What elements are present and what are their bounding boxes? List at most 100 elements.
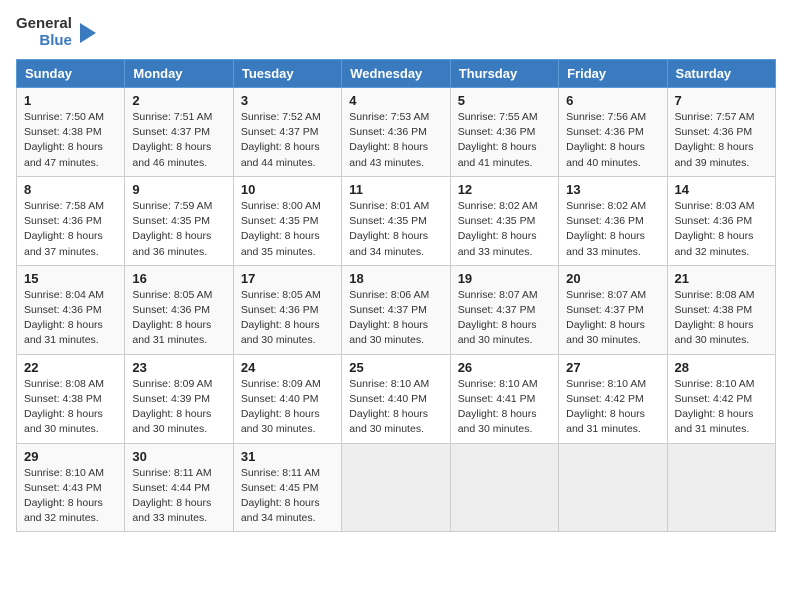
day-info: Sunrise: 7:58 AM Sunset: 4:36 PM Dayligh… [24, 199, 117, 260]
day-number: 27 [566, 360, 659, 375]
day-number: 6 [566, 93, 659, 108]
calendar-cell: 20 Sunrise: 8:07 AM Sunset: 4:37 PM Dayl… [559, 265, 667, 354]
day-number: 16 [132, 271, 225, 286]
day-number: 2 [132, 93, 225, 108]
calendar-cell: 22 Sunrise: 8:08 AM Sunset: 4:38 PM Dayl… [17, 354, 125, 443]
day-info: Sunrise: 7:52 AM Sunset: 4:37 PM Dayligh… [241, 110, 334, 171]
day-info: Sunrise: 7:53 AM Sunset: 4:36 PM Dayligh… [349, 110, 442, 171]
day-number: 14 [675, 182, 768, 197]
day-info: Sunrise: 7:56 AM Sunset: 4:36 PM Dayligh… [566, 110, 659, 171]
day-number: 30 [132, 449, 225, 464]
day-info: Sunrise: 8:09 AM Sunset: 4:40 PM Dayligh… [241, 377, 334, 438]
day-info: Sunrise: 8:05 AM Sunset: 4:36 PM Dayligh… [132, 288, 225, 349]
day-number: 15 [24, 271, 117, 286]
day-info: Sunrise: 8:10 AM Sunset: 4:41 PM Dayligh… [458, 377, 551, 438]
header: General Blue [16, 16, 776, 49]
calendar-cell: 12 Sunrise: 8:02 AM Sunset: 4:35 PM Dayl… [450, 176, 558, 265]
day-info: Sunrise: 7:57 AM Sunset: 4:36 PM Dayligh… [675, 110, 768, 171]
calendar-cell: 6 Sunrise: 7:56 AM Sunset: 4:36 PM Dayli… [559, 88, 667, 177]
day-info: Sunrise: 8:05 AM Sunset: 4:36 PM Dayligh… [241, 288, 334, 349]
day-info: Sunrise: 8:07 AM Sunset: 4:37 PM Dayligh… [566, 288, 659, 349]
day-number: 4 [349, 93, 442, 108]
day-number: 7 [675, 93, 768, 108]
day-of-week-header: Wednesday [342, 60, 450, 88]
day-info: Sunrise: 7:50 AM Sunset: 4:38 PM Dayligh… [24, 110, 117, 171]
day-number: 28 [675, 360, 768, 375]
calendar-cell [559, 443, 667, 532]
calendar-cell: 13 Sunrise: 8:02 AM Sunset: 4:36 PM Dayl… [559, 176, 667, 265]
day-of-week-header: Tuesday [233, 60, 341, 88]
day-info: Sunrise: 8:04 AM Sunset: 4:36 PM Dayligh… [24, 288, 117, 349]
calendar-cell: 31 Sunrise: 8:11 AM Sunset: 4:45 PM Dayl… [233, 443, 341, 532]
day-info: Sunrise: 8:10 AM Sunset: 4:40 PM Dayligh… [349, 377, 442, 438]
day-number: 20 [566, 271, 659, 286]
day-number: 29 [24, 449, 117, 464]
day-of-week-header: Sunday [17, 60, 125, 88]
day-info: Sunrise: 8:02 AM Sunset: 4:35 PM Dayligh… [458, 199, 551, 260]
calendar-cell: 3 Sunrise: 7:52 AM Sunset: 4:37 PM Dayli… [233, 88, 341, 177]
day-number: 17 [241, 271, 334, 286]
day-info: Sunrise: 8:10 AM Sunset: 4:43 PM Dayligh… [24, 466, 117, 527]
day-info: Sunrise: 8:10 AM Sunset: 4:42 PM Dayligh… [675, 377, 768, 438]
day-info: Sunrise: 8:11 AM Sunset: 4:45 PM Dayligh… [241, 466, 334, 527]
calendar-cell: 19 Sunrise: 8:07 AM Sunset: 4:37 PM Dayl… [450, 265, 558, 354]
day-number: 22 [24, 360, 117, 375]
calendar-cell: 17 Sunrise: 8:05 AM Sunset: 4:36 PM Dayl… [233, 265, 341, 354]
calendar-cell: 25 Sunrise: 8:10 AM Sunset: 4:40 PM Dayl… [342, 354, 450, 443]
calendar-cell: 7 Sunrise: 7:57 AM Sunset: 4:36 PM Dayli… [667, 88, 775, 177]
day-number: 11 [349, 182, 442, 197]
calendar-cell [342, 443, 450, 532]
day-info: Sunrise: 8:10 AM Sunset: 4:42 PM Dayligh… [566, 377, 659, 438]
calendar-cell [450, 443, 558, 532]
calendar-cell: 4 Sunrise: 7:53 AM Sunset: 4:36 PM Dayli… [342, 88, 450, 177]
day-info: Sunrise: 8:07 AM Sunset: 4:37 PM Dayligh… [458, 288, 551, 349]
calendar-cell: 29 Sunrise: 8:10 AM Sunset: 4:43 PM Dayl… [17, 443, 125, 532]
day-number: 8 [24, 182, 117, 197]
day-info: Sunrise: 8:08 AM Sunset: 4:38 PM Dayligh… [24, 377, 117, 438]
day-number: 9 [132, 182, 225, 197]
day-info: Sunrise: 8:08 AM Sunset: 4:38 PM Dayligh… [675, 288, 768, 349]
calendar-cell: 16 Sunrise: 8:05 AM Sunset: 4:36 PM Dayl… [125, 265, 233, 354]
day-number: 31 [241, 449, 334, 464]
calendar-cell: 14 Sunrise: 8:03 AM Sunset: 4:36 PM Dayl… [667, 176, 775, 265]
day-info: Sunrise: 8:03 AM Sunset: 4:36 PM Dayligh… [675, 199, 768, 260]
calendar-cell: 10 Sunrise: 8:00 AM Sunset: 4:35 PM Dayl… [233, 176, 341, 265]
calendar-cell: 23 Sunrise: 8:09 AM Sunset: 4:39 PM Dayl… [125, 354, 233, 443]
logo: General Blue [16, 16, 100, 49]
day-number: 21 [675, 271, 768, 286]
logo-text-blue: Blue [39, 33, 72, 50]
day-info: Sunrise: 8:09 AM Sunset: 4:39 PM Dayligh… [132, 377, 225, 438]
day-number: 3 [241, 93, 334, 108]
calendar-cell: 2 Sunrise: 7:51 AM Sunset: 4:37 PM Dayli… [125, 88, 233, 177]
day-number: 5 [458, 93, 551, 108]
calendar-cell: 15 Sunrise: 8:04 AM Sunset: 4:36 PM Dayl… [17, 265, 125, 354]
day-of-week-header: Monday [125, 60, 233, 88]
day-number: 26 [458, 360, 551, 375]
calendar-cell [667, 443, 775, 532]
day-number: 13 [566, 182, 659, 197]
calendar-cell: 30 Sunrise: 8:11 AM Sunset: 4:44 PM Dayl… [125, 443, 233, 532]
calendar-cell: 21 Sunrise: 8:08 AM Sunset: 4:38 PM Dayl… [667, 265, 775, 354]
logo-text-general: General [16, 16, 72, 33]
day-of-week-header: Thursday [450, 60, 558, 88]
day-number: 10 [241, 182, 334, 197]
day-number: 12 [458, 182, 551, 197]
calendar-cell: 18 Sunrise: 8:06 AM Sunset: 4:37 PM Dayl… [342, 265, 450, 354]
day-number: 23 [132, 360, 225, 375]
calendar-cell: 8 Sunrise: 7:58 AM Sunset: 4:36 PM Dayli… [17, 176, 125, 265]
calendar-cell: 9 Sunrise: 7:59 AM Sunset: 4:35 PM Dayli… [125, 176, 233, 265]
day-info: Sunrise: 7:55 AM Sunset: 4:36 PM Dayligh… [458, 110, 551, 171]
calendar-cell: 28 Sunrise: 8:10 AM Sunset: 4:42 PM Dayl… [667, 354, 775, 443]
day-info: Sunrise: 7:51 AM Sunset: 4:37 PM Dayligh… [132, 110, 225, 171]
logo-arrow-icon [72, 19, 100, 47]
calendar-table: SundayMondayTuesdayWednesdayThursdayFrid… [16, 59, 776, 532]
calendar-cell: 5 Sunrise: 7:55 AM Sunset: 4:36 PM Dayli… [450, 88, 558, 177]
day-number: 18 [349, 271, 442, 286]
day-number: 24 [241, 360, 334, 375]
day-number: 1 [24, 93, 117, 108]
day-info: Sunrise: 8:11 AM Sunset: 4:44 PM Dayligh… [132, 466, 225, 527]
day-info: Sunrise: 7:59 AM Sunset: 4:35 PM Dayligh… [132, 199, 225, 260]
day-info: Sunrise: 8:01 AM Sunset: 4:35 PM Dayligh… [349, 199, 442, 260]
day-info: Sunrise: 8:00 AM Sunset: 4:35 PM Dayligh… [241, 199, 334, 260]
calendar-cell: 24 Sunrise: 8:09 AM Sunset: 4:40 PM Dayl… [233, 354, 341, 443]
